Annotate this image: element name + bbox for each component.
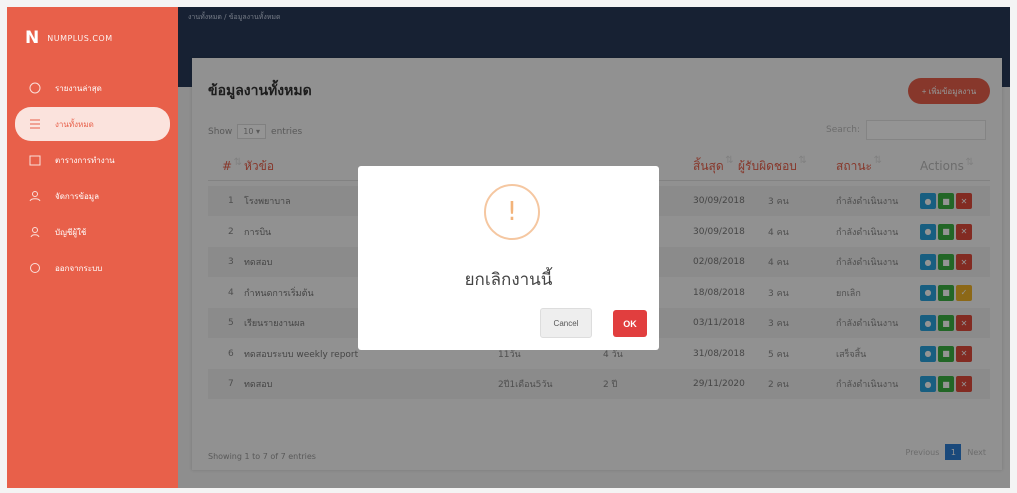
sidebar-item-label: จัดการข้อมูล: [55, 191, 99, 201]
cancel-button[interactable]: Cancel: [540, 308, 592, 338]
dialog-title: ยกเลิกงานนี้: [464, 270, 553, 290]
sidebar-item-label: ตารางการทำงาน: [55, 155, 115, 165]
sidebar-item-5[interactable]: ออกจากระบบ: [15, 251, 170, 285]
brand-name: NUMPLUS.COM: [47, 33, 113, 43]
sidebar-item-label: ออกจากระบบ: [55, 263, 103, 273]
ok-button[interactable]: OK: [613, 310, 647, 337]
user-icon: [29, 226, 41, 238]
sidebar-item-label: รายงานล่าสุด: [55, 83, 102, 93]
sidebar-item-label: บัญชีผู้ใช้: [55, 227, 87, 237]
sidebar-item-0[interactable]: รายงานล่าสุด: [15, 71, 170, 105]
sidebar-item-2[interactable]: ตารางการทำงาน: [15, 143, 170, 177]
brand[interactable]: N NUMPLUS.COM: [7, 7, 178, 69]
dashboard-icon: [29, 82, 41, 94]
sidebar-item-4[interactable]: บัญชีผู้ใช้: [15, 215, 170, 249]
logout-icon: [29, 262, 41, 274]
warning-icon: !: [484, 184, 540, 240]
sidebar-item-label: งานทั้งหมด: [55, 119, 94, 129]
sidebar: N NUMPLUS.COM รายงานล่าสุดงานทั้งหมดตารา…: [7, 7, 178, 488]
list-icon: [29, 118, 41, 130]
sidebar-nav: รายงานล่าสุดงานทั้งหมดตารางการทำงานจัดกา…: [7, 71, 178, 285]
confirm-dialog: ! ยกเลิกงานนี้ Cancel OK: [358, 166, 659, 350]
calendar-icon: [29, 154, 41, 166]
users-icon: [29, 190, 41, 202]
brand-logo: N: [25, 28, 40, 48]
sidebar-item-3[interactable]: จัดการข้อมูล: [15, 179, 170, 213]
sidebar-item-1[interactable]: งานทั้งหมด: [15, 107, 170, 141]
